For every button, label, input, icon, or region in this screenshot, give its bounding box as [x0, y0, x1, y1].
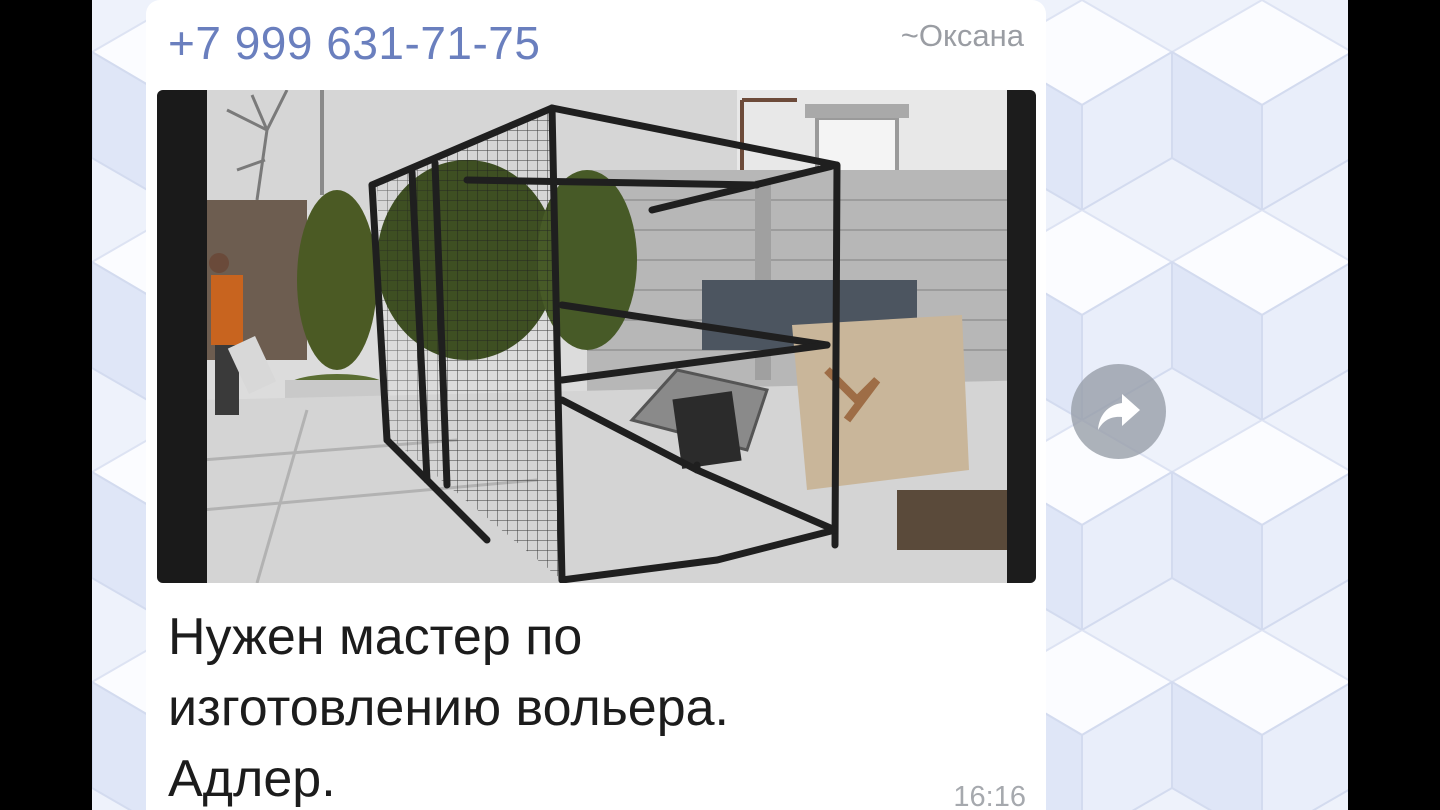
message-time: 16:16: [953, 781, 1026, 810]
message-photo[interactable]: [157, 90, 1036, 583]
chat-screen: +7 999 631-71-75 ~Оксана Нужен мастер по…: [92, 0, 1348, 810]
message-text: Нужен мастер по изготовлению вольера. Ад…: [168, 608, 730, 808]
sender-name: ~Оксана: [900, 18, 1024, 53]
sender-phone[interactable]: +7 999 631-71-75: [168, 16, 540, 70]
forward-button[interactable]: [1071, 364, 1166, 459]
message-bubble[interactable]: +7 999 631-71-75 ~Оксана Нужен мастер по…: [146, 0, 1046, 810]
share-arrow-icon: [1097, 393, 1140, 430]
